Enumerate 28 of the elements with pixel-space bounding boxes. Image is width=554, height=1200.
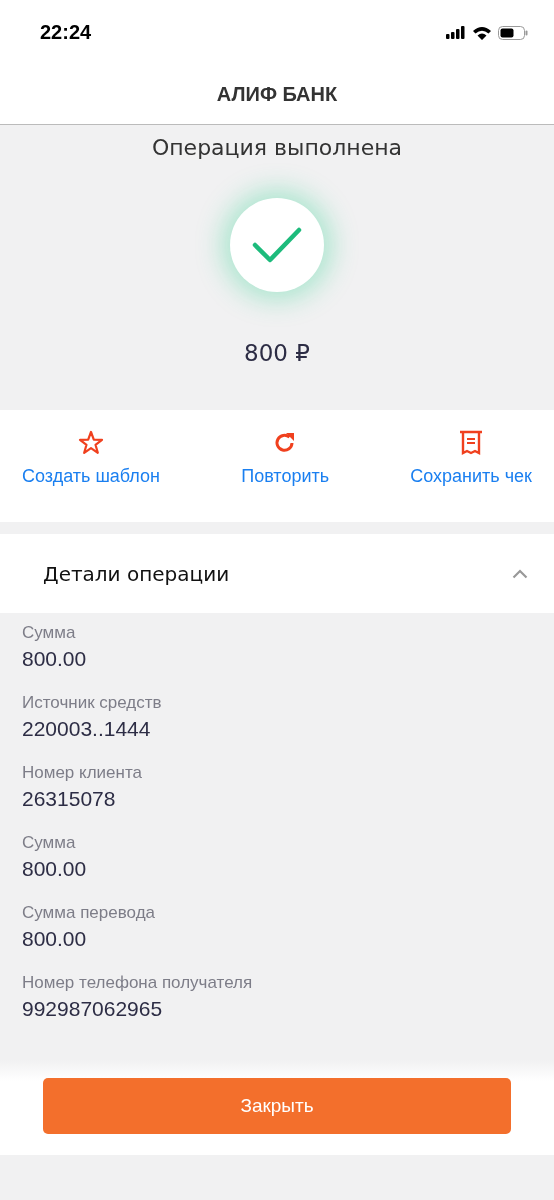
field-value: 800.00 <box>22 647 88 671</box>
screen-title: АЛИФ БАНК <box>216 83 338 106</box>
field-value: 992987062965 <box>22 997 164 1021</box>
amount: 800 ₽ <box>244 340 310 366</box>
field-value: 220003..1444 <box>22 717 152 741</box>
action-button[interactable]: Сохранить чек <box>406 410 536 498</box>
status-time: 22:24 <box>40 21 92 44</box>
receipt-icon <box>458 430 485 456</box>
field-label: Сумма <box>22 623 77 643</box>
field-value: 26315078 <box>22 787 117 811</box>
signal-icon <box>446 26 466 39</box>
field-value: 800.00 <box>22 927 88 951</box>
field-label: Номер клиента <box>22 763 143 783</box>
details-title: Детали операции <box>43 561 230 586</box>
action-button[interactable]: Создать шаблон <box>18 410 164 498</box>
details-header[interactable]: Детали операции <box>0 534 554 613</box>
result-title: Операция выполнена <box>151 135 403 160</box>
field-label: Сумма перевода <box>22 903 156 923</box>
action-button[interactable]: Повторить <box>237 410 334 498</box>
close-button[interactable]: Закрыть <box>43 1078 511 1134</box>
field-value: 800.00 <box>22 857 88 881</box>
wifi-icon <box>472 25 492 40</box>
success-check-icon <box>230 198 324 292</box>
star-icon <box>78 430 104 456</box>
field-label: Сумма <box>22 833 77 853</box>
field-label: Источник средств <box>22 693 163 713</box>
battery-icon <box>498 25 528 40</box>
field-label: Номер телефона получателя <box>22 973 254 993</box>
